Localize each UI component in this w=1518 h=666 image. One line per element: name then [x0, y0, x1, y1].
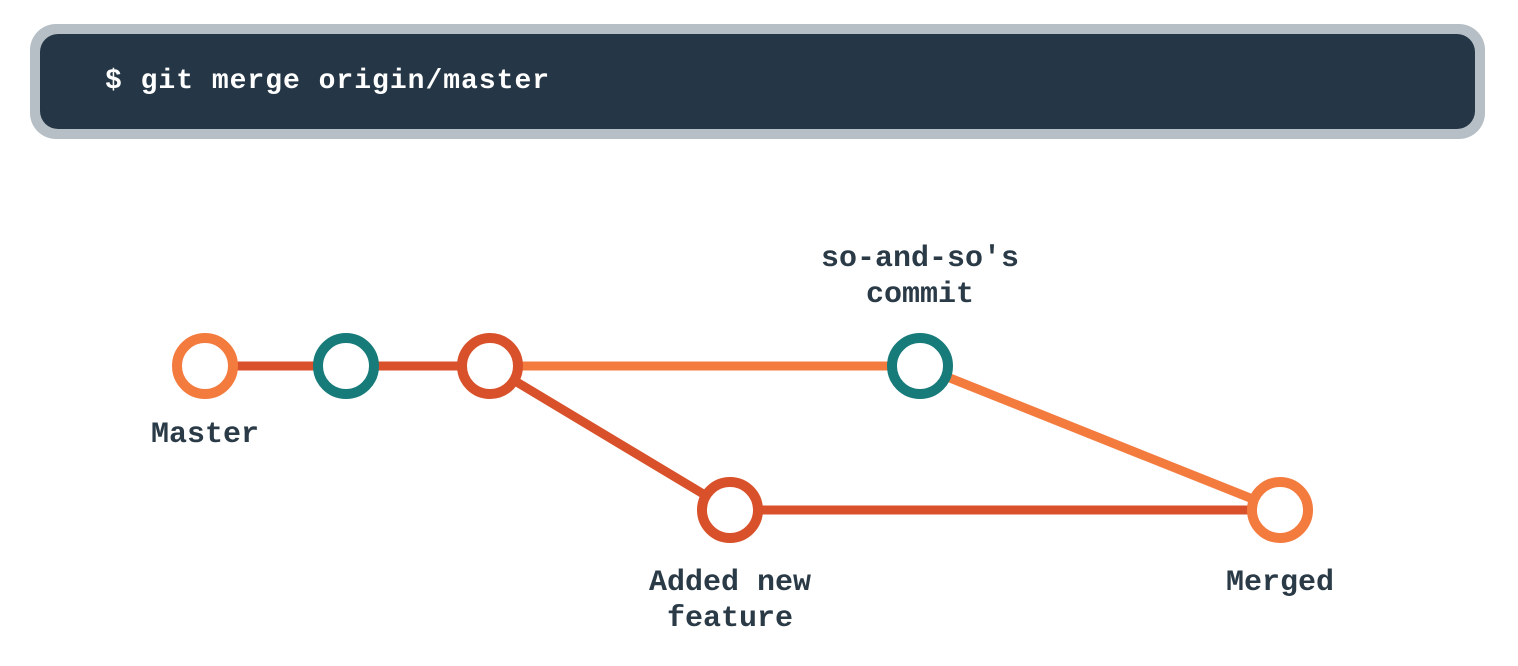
- terminal-frame: $ git merge origin/master: [30, 24, 1485, 139]
- commit-node-merged: [1252, 482, 1308, 538]
- commit-node-feature: [702, 482, 758, 538]
- commit-node-c3: [462, 338, 518, 394]
- edge-remote-merged: [949, 378, 1251, 499]
- commit-node-master: [177, 338, 233, 394]
- diagram-svg: Master Added newfeature so-and-so'scommit M…: [0, 170, 1518, 666]
- git-merge-diagram: Master Added newfeature so-and-so'scommit M…: [0, 170, 1518, 666]
- terminal: $ git merge origin/master: [40, 34, 1475, 129]
- commit-node-remote: [892, 338, 948, 394]
- terminal-command: $ git merge origin/master: [105, 66, 550, 97]
- page-root: $ git merge origin/master Master Added ne…: [0, 0, 1518, 666]
- node-label-merged: Merged: [1226, 566, 1334, 600]
- node-label-master: Master: [151, 418, 259, 452]
- commit-node-c2: [318, 338, 374, 394]
- edge-c3-feature: [517, 382, 704, 494]
- node-label-remote: so-and-so'scommit: [821, 242, 1019, 312]
- node-label-feature: Added newfeature: [649, 566, 811, 636]
